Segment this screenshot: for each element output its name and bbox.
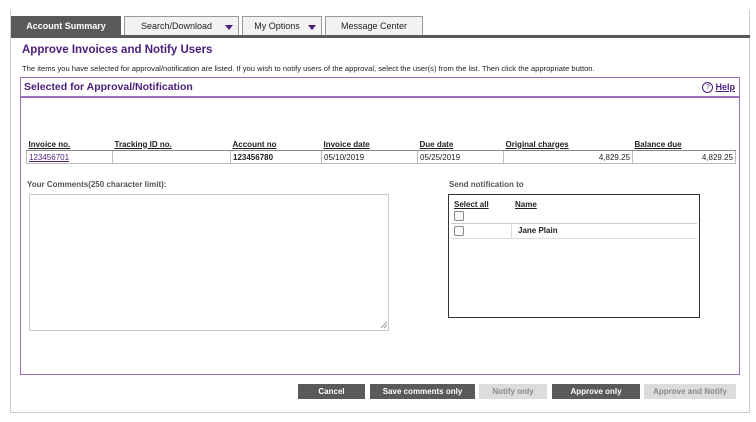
page-title: Approve Invoices and Notify Users <box>22 44 213 56</box>
tab-label: Message Center <box>340 21 408 31</box>
select-all-link[interactable]: Select all <box>454 200 489 209</box>
chevron-down-icon[interactable] <box>308 25 316 30</box>
user-name: Jane Plain <box>518 226 558 235</box>
tab-search-download[interactable]: Search/Download <box>124 16 239 36</box>
col-invoice-no[interactable]: Invoice no. <box>26 138 113 151</box>
tab-account-summary[interactable]: Account Summary <box>11 16 121 36</box>
col-balance-due[interactable]: Balance due <box>632 138 736 151</box>
help-label: Help <box>715 82 735 92</box>
approve-only-button[interactable]: Approve only <box>552 384 640 399</box>
balance-due-cell: 4,829.25 <box>632 150 736 164</box>
account-no-cell: 123456780 <box>230 150 322 164</box>
tab-label: Search/Download <box>140 21 213 31</box>
notify-list-header: Select all Name <box>451 197 697 224</box>
approve-notify-button[interactable]: Approve and Notify <box>644 384 736 399</box>
col-original-charges[interactable]: Original charges <box>503 138 633 151</box>
help-icon: ? <box>702 82 714 93</box>
table-header-row: Invoice no. Tracking ID no. Account no I… <box>26 138 736 151</box>
name-column-header: Name <box>515 200 537 209</box>
help-link[interactable]: ? Help <box>702 82 735 93</box>
tab-label: Account Summary <box>26 21 106 31</box>
col-invoice-date[interactable]: Invoice date <box>321 138 418 151</box>
select-all-checkbox[interactable] <box>454 211 464 221</box>
due-date-cell: 05/25/2019 <box>417 150 504 164</box>
comments-label: Your Comments(250 character limit): <box>27 180 167 189</box>
comments-textarea[interactable] <box>29 194 389 331</box>
col-tracking-id[interactable]: Tracking ID no. <box>112 138 231 151</box>
notify-user-list: Select all Name Jane Plain <box>448 194 700 318</box>
panel-title: Selected for Approval/Notification <box>24 81 193 93</box>
list-item: Jane Plain <box>451 224 697 239</box>
column-divider <box>511 224 512 238</box>
user-checkbox[interactable] <box>454 226 464 236</box>
original-charges-cell: 4,829.25 <box>503 150 633 164</box>
notify-only-button[interactable]: Notify only <box>479 384 547 399</box>
invoice-table: Invoice no. Tracking ID no. Account no I… <box>26 138 736 164</box>
col-account-no[interactable]: Account no <box>230 138 322 151</box>
tab-underline <box>11 35 750 38</box>
panel-header: Selected for Approval/Notification ? Help <box>21 78 739 98</box>
tab-label: My Options <box>254 21 300 31</box>
tracking-id-cell <box>112 150 231 164</box>
cancel-button[interactable]: Cancel <box>298 384 365 399</box>
tab-my-options[interactable]: My Options <box>242 16 322 36</box>
tab-message-center[interactable]: Message Center <box>325 16 423 36</box>
notify-label: Send notification to <box>449 180 524 189</box>
intro-text: The items you have selected for approval… <box>22 64 595 73</box>
save-comments-button[interactable]: Save comments only <box>370 384 475 399</box>
table-row: 123456701 123456780 05/10/2019 05/25/201… <box>26 150 736 164</box>
invoice-no-cell: 123456701 <box>26 150 113 164</box>
col-due-date[interactable]: Due date <box>417 138 504 151</box>
invoice-date-cell: 05/10/2019 <box>321 150 418 164</box>
resize-grip-icon[interactable] <box>379 320 388 329</box>
chevron-down-icon[interactable] <box>225 25 233 30</box>
invoice-link[interactable]: 123456701 <box>29 153 69 162</box>
